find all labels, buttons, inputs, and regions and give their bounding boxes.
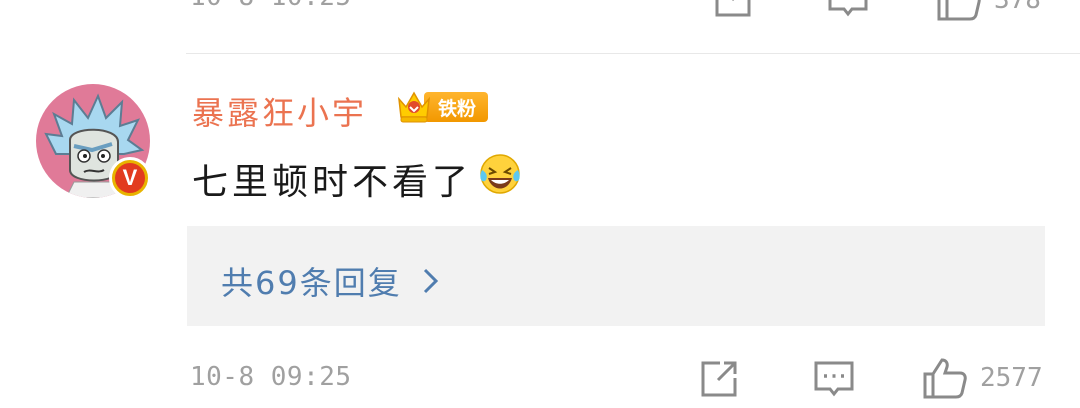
comment-divider xyxy=(186,53,1080,54)
laughing-tears-emoji xyxy=(478,152,522,205)
previous-comment-footer: 10-8 10:25 378 xyxy=(0,0,1080,22)
comment-text: 七里顿时不看了 xyxy=(192,152,522,205)
reply-button[interactable] xyxy=(813,358,855,400)
previous-like-button[interactable]: 378 xyxy=(936,0,1041,22)
comment-list: 10-8 10:25 378 xyxy=(0,0,1080,408)
comment-body: 七里顿时不看了 xyxy=(192,161,473,203)
comment-icon xyxy=(828,0,868,17)
previous-like-count: 378 xyxy=(994,0,1041,15)
fan-badge[interactable]: 铁粉 xyxy=(396,88,489,126)
share-icon xyxy=(715,0,751,17)
comment-icon xyxy=(814,361,854,397)
share-button[interactable] xyxy=(698,358,740,400)
verified-badge: V xyxy=(109,157,151,199)
comment-timestamp: 10-8 09:25 xyxy=(190,362,352,392)
previous-reply-button[interactable] xyxy=(827,0,869,20)
previous-share-button[interactable] xyxy=(712,0,754,20)
crown-icon xyxy=(397,91,431,123)
thumbs-up-icon xyxy=(937,0,981,21)
fan-badge-label: 铁粉 xyxy=(424,92,489,122)
verified-v-icon: V xyxy=(115,163,145,193)
thumbs-up-icon xyxy=(923,358,967,399)
like-button[interactable]: 2577 xyxy=(922,356,1043,400)
share-icon xyxy=(701,361,737,397)
view-replies-link[interactable]: 共69条回复 xyxy=(221,258,440,304)
chevron-right-icon xyxy=(423,268,438,294)
replies-box[interactable]: 共69条回复 xyxy=(187,226,1045,326)
comment-footer: 10-8 09:25 2577 xyxy=(0,356,1080,404)
username[interactable]: 暴露狂小宇 xyxy=(192,88,367,134)
like-count: 2577 xyxy=(980,363,1043,393)
previous-timestamp: 10-8 10:25 xyxy=(190,0,352,12)
replies-label: 共69条回复 xyxy=(221,264,402,302)
